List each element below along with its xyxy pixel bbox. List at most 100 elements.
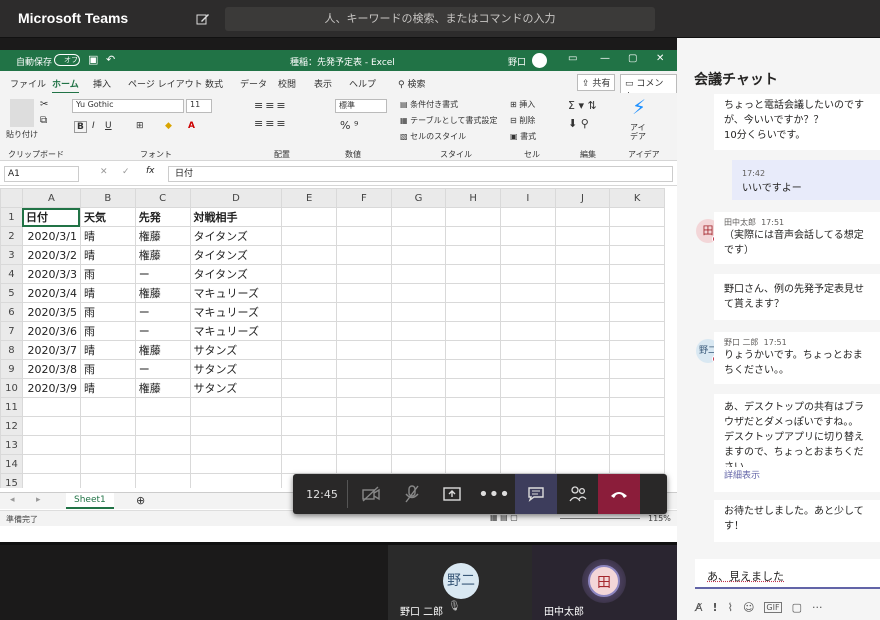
sheet-cell[interactable] xyxy=(501,436,556,455)
sheet-cell[interactable] xyxy=(501,284,556,303)
row-header[interactable]: 4 xyxy=(1,265,23,284)
sheet-cell[interactable]: 雨 xyxy=(80,265,135,284)
sheet-cell[interactable] xyxy=(555,246,610,265)
sheet-cell[interactable] xyxy=(610,455,665,474)
sheet-cell[interactable] xyxy=(446,303,501,322)
cell-styles-button[interactable]: ▧ セルのスタイル xyxy=(400,131,466,142)
sheet-cell[interactable] xyxy=(282,436,337,455)
sheet-cell[interactable] xyxy=(391,284,446,303)
sheet-nav-left-icon[interactable]: ◂ xyxy=(10,495,15,505)
format-as-table-button[interactable]: ▦ テーブルとして書式設定 xyxy=(400,115,497,126)
sheet-cell[interactable] xyxy=(555,208,610,227)
sheet-cell[interactable] xyxy=(501,417,556,436)
sheet-cell[interactable] xyxy=(80,398,135,417)
delete-cells-button[interactable]: ⊟ 削除 xyxy=(510,115,535,126)
ideas-icon[interactable]: ⚡ xyxy=(632,95,646,119)
sheet-cell[interactable] xyxy=(446,360,501,379)
column-header[interactable]: G xyxy=(391,189,446,208)
sheet-cell[interactable] xyxy=(501,322,556,341)
sheet-cell[interactable] xyxy=(555,417,610,436)
sheet-cell[interactable] xyxy=(80,474,135,489)
sheet-cell[interactable] xyxy=(555,379,610,398)
sheet-cell[interactable] xyxy=(282,360,337,379)
row-header[interactable]: 3 xyxy=(1,246,23,265)
sheet-cell[interactable]: ー xyxy=(135,303,190,322)
sheet-cell[interactable]: 先発 xyxy=(135,208,190,227)
sheet-cell[interactable] xyxy=(501,360,556,379)
sheet-cell[interactable] xyxy=(610,227,665,246)
excel-user-avatar[interactable] xyxy=(532,53,547,68)
number-format-select[interactable]: 標準 xyxy=(335,99,387,113)
sheet-cell[interactable] xyxy=(135,398,190,417)
sheet-cell[interactable] xyxy=(282,455,337,474)
sheet-cell[interactable] xyxy=(282,208,337,227)
sheet-cell[interactable] xyxy=(391,246,446,265)
sheet-nav-right-icon[interactable]: ▸ xyxy=(36,495,41,505)
sheet-cell[interactable] xyxy=(555,341,610,360)
column-header[interactable]: F xyxy=(337,189,392,208)
gif-icon[interactable]: GIF xyxy=(764,602,781,613)
insert-function-icon[interactable]: fx xyxy=(146,166,155,176)
sheet-cell[interactable] xyxy=(282,265,337,284)
bold-button[interactable]: B xyxy=(74,121,87,133)
find-icon[interactable]: ⬇ ⚲ xyxy=(568,117,589,130)
show-conversation-button[interactable] xyxy=(515,474,557,514)
percent-icon[interactable]: % ⁹ xyxy=(340,119,358,132)
paste-icon[interactable] xyxy=(10,99,34,127)
sheet-cell[interactable]: 日付 xyxy=(22,208,80,227)
sheet-cell[interactable]: サタンズ xyxy=(190,360,282,379)
important-icon[interactable]: ! xyxy=(713,601,718,614)
more-actions-icon[interactable]: ••• xyxy=(474,474,514,514)
sheet-cell[interactable] xyxy=(282,341,337,360)
sheet-cell[interactable]: 2020/3/8 xyxy=(22,360,80,379)
sheet-cell[interactable]: ー xyxy=(135,360,190,379)
sheet-cell[interactable]: サタンズ xyxy=(190,341,282,360)
sheet-cell[interactable] xyxy=(610,303,665,322)
sheet-cell[interactable]: 権藤 xyxy=(135,227,190,246)
tab-page-layout[interactable]: ページ レイアウト xyxy=(128,77,203,90)
sheet-cell[interactable] xyxy=(22,417,80,436)
sheet-cell[interactable] xyxy=(391,360,446,379)
sheet-cell[interactable] xyxy=(555,360,610,379)
maximize-icon[interactable]: ▢ xyxy=(628,53,637,64)
compose-icon[interactable] xyxy=(196,12,210,26)
sheet-cell[interactable]: 2020/3/7 xyxy=(22,341,80,360)
sheet-cell[interactable] xyxy=(190,398,282,417)
sheet-cell[interactable] xyxy=(22,436,80,455)
search-input[interactable]: 人、キーワードの検索、またはコマンドの入力 xyxy=(225,7,655,31)
row-header[interactable]: 9 xyxy=(1,360,23,379)
sheet-cell[interactable] xyxy=(610,284,665,303)
sheet-cell[interactable]: 晴 xyxy=(80,246,135,265)
sticker-icon[interactable]: ▢ xyxy=(792,601,802,614)
sheet-cell[interactable] xyxy=(391,436,446,455)
cut-icon[interactable]: ✂ xyxy=(40,99,48,110)
sheet-cell[interactable] xyxy=(610,436,665,455)
sheet-cell[interactable] xyxy=(22,398,80,417)
font-size-select[interactable]: 11 xyxy=(186,99,212,113)
sheet-cell[interactable]: ー xyxy=(135,322,190,341)
zoom-slider[interactable] xyxy=(560,518,640,519)
tab-insert[interactable]: 挿入 xyxy=(93,77,111,90)
sheet-cell[interactable]: ー xyxy=(135,265,190,284)
sheet-cell[interactable] xyxy=(337,227,392,246)
sheet-cell[interactable]: 晴 xyxy=(80,379,135,398)
sheet-cell[interactable] xyxy=(555,227,610,246)
sheet-cell[interactable] xyxy=(337,284,392,303)
sheet-cell[interactable] xyxy=(555,436,610,455)
column-header[interactable]: B xyxy=(80,189,135,208)
sheet-cell[interactable]: 2020/3/9 xyxy=(22,379,80,398)
sheet-cell[interactable]: サタンズ xyxy=(190,379,282,398)
sheet-cell[interactable] xyxy=(337,417,392,436)
sheet-cell[interactable] xyxy=(282,417,337,436)
sheet-cell[interactable] xyxy=(610,341,665,360)
sheet-cell[interactable]: タイタンズ xyxy=(190,246,282,265)
sheet-cell[interactable] xyxy=(337,398,392,417)
tab-formulas[interactable]: 数式 xyxy=(205,77,223,90)
name-box[interactable]: A1 xyxy=(4,166,79,182)
share-tray-button[interactable] xyxy=(432,474,472,514)
sheet-cell[interactable] xyxy=(446,417,501,436)
align-left-icons[interactable]: ≡≡≡ xyxy=(254,117,288,130)
add-sheet-icon[interactable]: ⊕ xyxy=(136,494,145,507)
column-header[interactable]: E xyxy=(282,189,337,208)
formula-cancel-icon[interactable]: ✕ xyxy=(100,167,108,177)
